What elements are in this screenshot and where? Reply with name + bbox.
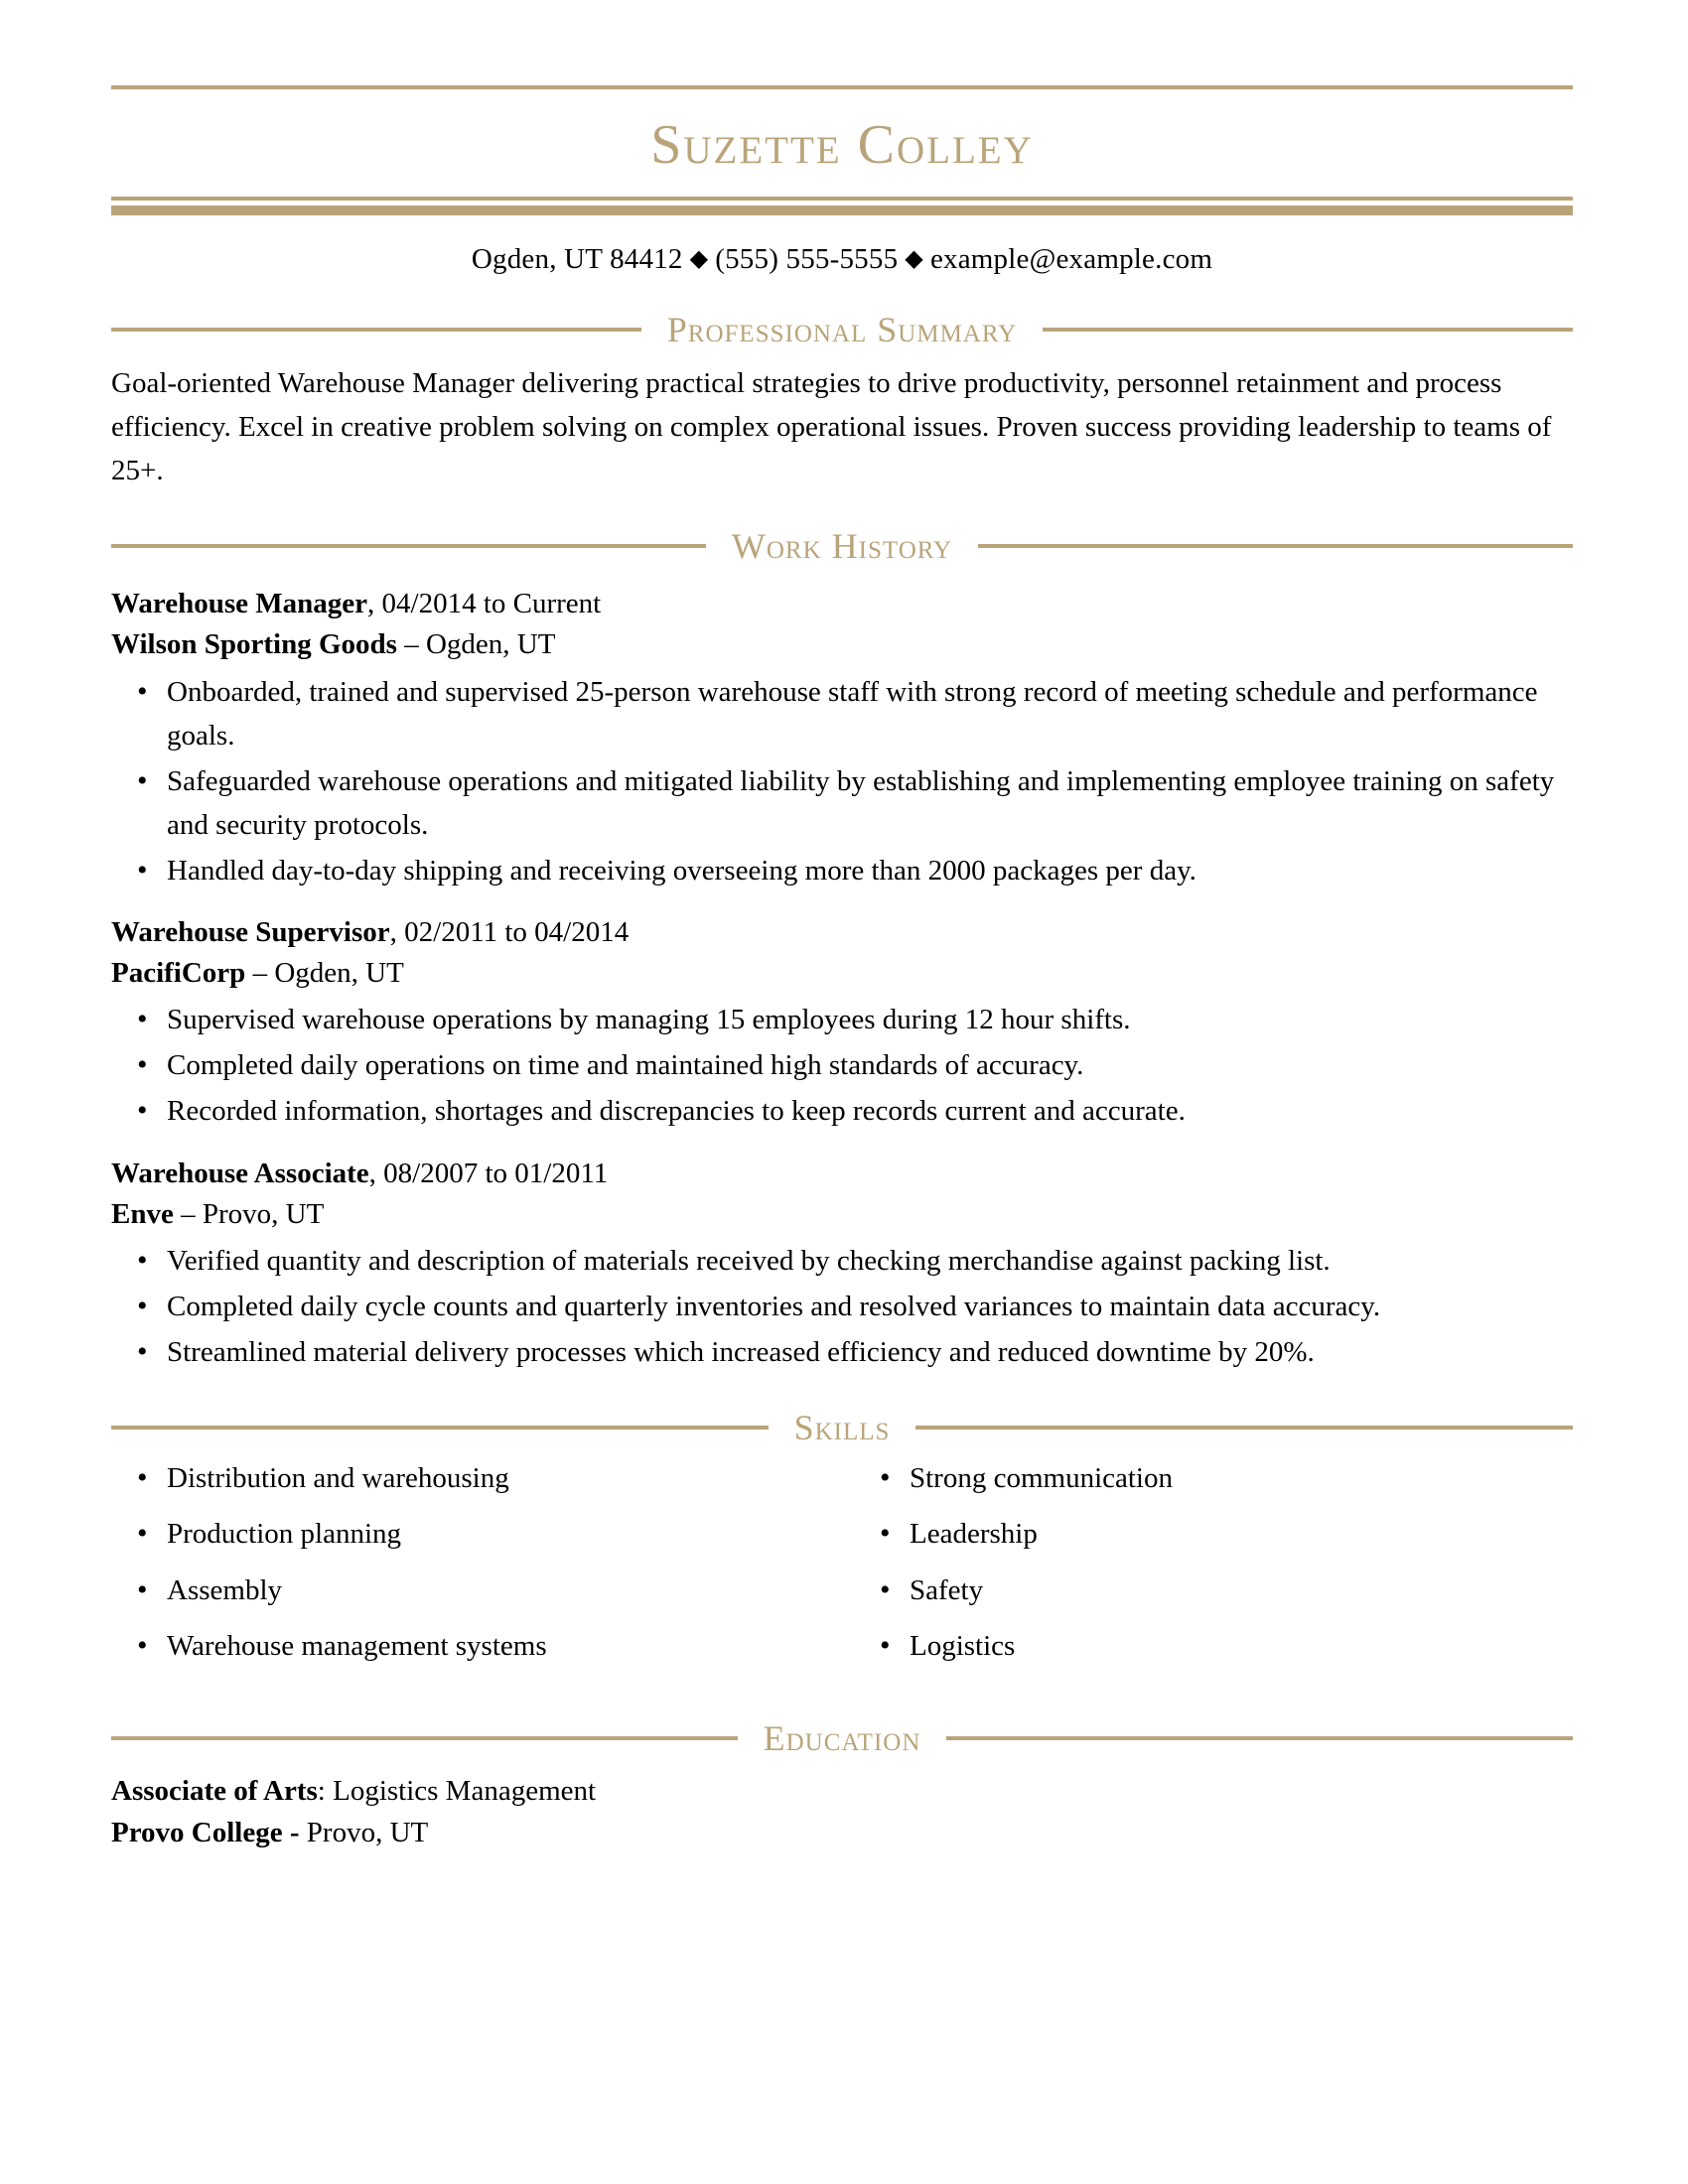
list-item: Streamlined material delivery processes … (111, 1329, 1573, 1375)
heading-rule-right (1043, 328, 1573, 332)
diamond-separator-icon: ◆ (905, 246, 923, 272)
work-history-entry: Warehouse Associate, 08/2007 to 01/2011 … (111, 1154, 1573, 1375)
list-item: Warehouse management systems (111, 1628, 842, 1664)
job-title: Warehouse Associate (111, 1157, 369, 1189)
job-title-line: Warehouse Supervisor, 02/2011 to 04/2014 (111, 912, 1573, 953)
job-title: Warehouse Supervisor (111, 915, 390, 948)
education-school-location: Provo, UT (299, 1817, 429, 1849)
section-heading-summary: Professional Summary (111, 312, 1573, 347)
section-title: Skills (793, 1408, 891, 1448)
list-item: Leadership (854, 1516, 1573, 1552)
list-item: Supervised warehouse operations by manag… (111, 997, 1573, 1042)
contact-line: Ogden, UT 84412 ◆ (555) 555-5555 ◆ example@e… (111, 215, 1573, 276)
job-company: Wilson Sporting Goods (111, 628, 397, 661)
resume-page: Suzette Colley Ogden, UT 84412 ◆ (555) 555… (0, 0, 1688, 2184)
skills-column-left: Distribution and warehousing Production … (111, 1460, 842, 1685)
job-company-line: Wilson Sporting Goods – Ogden, UT (111, 624, 1573, 665)
list-item: Safeguarded warehouse operations and mit… (111, 758, 1573, 847)
job-bullet-list: Verified quantity and description of mat… (111, 1238, 1573, 1375)
heading-rule-left (111, 1426, 769, 1431)
section-heading-work-history: Work History (111, 528, 1573, 564)
heading-rule-right (978, 544, 1573, 549)
section-heading-skills: Skills (111, 1408, 1574, 1448)
page-title: Suzette Colley (650, 114, 1034, 176)
education-school-line: Provo College - Provo, UT (111, 1812, 1573, 1853)
skills-list: Distribution and warehousing Production … (111, 1460, 842, 1664)
education-degree-detail: : Logistics Management (317, 1775, 597, 1807)
list-item: Assembly (111, 1572, 842, 1608)
job-title: Warehouse Manager (111, 588, 368, 620)
skills-columns: Distribution and warehousing Production … (111, 1460, 1573, 1685)
job-company-line: PacifiCorp – Ogden, UT (111, 953, 1573, 994)
list-item: Completed daily cycle counts and quarter… (111, 1284, 1573, 1329)
list-item: Handled day-to-day shipping and receivin… (111, 848, 1573, 893)
job-bullet-list: Supervised warehouse operations by manag… (111, 997, 1573, 1134)
job-company-line: Enve – Provo, UT (111, 1194, 1573, 1235)
education-degree-line: Associate of Arts: Logistics Management (111, 1770, 1573, 1812)
heading-rule-left (111, 328, 641, 332)
list-item: Safety (854, 1572, 1573, 1608)
list-item: Distribution and warehousing (111, 1460, 842, 1496)
job-company: PacifiCorp (111, 957, 246, 990)
heading-rule-right (915, 1426, 1574, 1431)
section-title: Work History (731, 526, 953, 567)
section-title: Education (763, 1718, 921, 1758)
resume-content: Suzette Colley Ogden, UT 84412 ◆ (555) 555… (111, 0, 1574, 1853)
list-item: Recorded information, shortages and disc… (111, 1088, 1573, 1134)
job-location: – Provo, UT (173, 1197, 325, 1230)
heading-rule-left (111, 1736, 738, 1740)
education-degree: Associate of Arts (111, 1775, 318, 1807)
skills-column-right: Strong communication Leadership Safety L… (842, 1460, 1573, 1685)
heading-rule-left (111, 544, 706, 549)
job-location: – Ogden, UT (396, 628, 556, 661)
list-item: Verified quantity and description of mat… (111, 1238, 1573, 1284)
heading-rule-right (946, 1736, 1574, 1740)
education-school: Provo College - (111, 1817, 300, 1849)
list-item: Production planning (111, 1516, 842, 1552)
job-location: – Ogden, UT (245, 957, 404, 990)
job-dates: , 04/2014 to Current (367, 588, 602, 620)
job-dates: , 02/2011 to 04/2014 (389, 915, 630, 948)
skills-list: Strong communication Leadership Safety L… (854, 1460, 1573, 1664)
contact-phone: (555) 555-5555 (715, 243, 899, 275)
job-bullet-list: Onboarded, trained and supervised 25-per… (111, 669, 1573, 893)
contact-email: example@example.com (929, 243, 1213, 275)
list-item: Onboarded, trained and supervised 25-per… (111, 669, 1573, 757)
job-dates: , 08/2007 to 01/2011 (368, 1157, 609, 1189)
section-heading-education: Education (111, 1718, 1574, 1758)
job-title-line: Warehouse Manager, 04/2014 to Current (111, 584, 1573, 624)
diamond-separator-icon: ◆ (689, 246, 709, 272)
list-item: Logistics (854, 1628, 1573, 1664)
section-title: Professional Summary (666, 310, 1018, 349)
contact-location: Ogden, UT 84412 (471, 243, 683, 275)
summary-text: Goal-oriented Warehouse Manager deliveri… (111, 367, 1552, 487)
job-title-line: Warehouse Associate, 08/2007 to 01/2011 (111, 1154, 1573, 1194)
list-item: Completed daily operations on time and m… (111, 1042, 1573, 1088)
work-history-entry: Warehouse Manager, 04/2014 to Current Wi… (111, 584, 1573, 892)
header-rule-thick (111, 205, 1573, 215)
list-item: Strong communication (854, 1460, 1573, 1496)
job-company: Enve (111, 1197, 174, 1230)
work-history-entry: Warehouse Supervisor, 02/2011 to 04/2014… (111, 912, 1573, 1134)
